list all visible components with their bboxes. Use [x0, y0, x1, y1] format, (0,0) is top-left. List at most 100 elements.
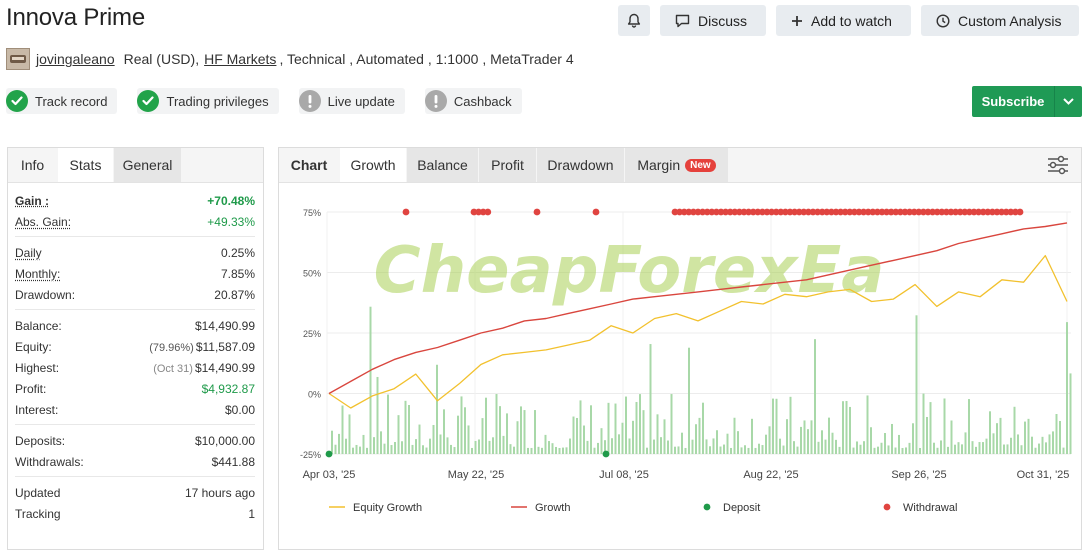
- withdrawal-marker: [592, 208, 600, 216]
- abs-gain-label[interactable]: Abs. Gain:: [15, 215, 71, 229]
- badge-track-record[interactable]: Track record: [6, 88, 118, 114]
- activity-bar: [628, 438, 631, 454]
- activity-bar: [803, 420, 806, 454]
- badge-cashback[interactable]: Cashback: [424, 88, 522, 114]
- activity-bar: [593, 447, 596, 454]
- activity-bar: [789, 396, 792, 454]
- subscribe-label[interactable]: Subscribe: [972, 86, 1054, 117]
- updated-label: Updated: [15, 485, 61, 500]
- chevron-down-icon[interactable]: [1054, 86, 1082, 117]
- custom-analysis-button[interactable]: Custom Analysis: [921, 5, 1079, 36]
- activity-bar: [509, 444, 512, 454]
- activity-bar: [793, 441, 795, 454]
- activity-bar: [891, 423, 893, 454]
- activity-bar: [943, 398, 946, 454]
- activity-bar: [460, 396, 463, 454]
- activity-bar: [1024, 421, 1026, 454]
- activity-bar: [989, 411, 991, 454]
- daily-label[interactable]: Daily: [15, 246, 42, 260]
- tab-chart: Chart: [279, 148, 340, 182]
- activity-bar: [1066, 322, 1068, 454]
- activity-bar: [408, 405, 410, 454]
- tab-balance[interactable]: Balance: [407, 148, 479, 182]
- activity-bar: [828, 417, 830, 454]
- tab-profit[interactable]: Profit: [479, 148, 537, 182]
- activity-bar: [506, 413, 508, 454]
- x-tick-label: Sep 26, '25: [891, 469, 946, 481]
- exclamation-icon: [298, 90, 321, 112]
- badge-live-update[interactable]: Live update: [298, 88, 405, 114]
- activity-bar: [1059, 420, 1061, 454]
- activity-bar: [716, 430, 718, 454]
- activity-bar: [366, 447, 368, 454]
- activity-bar: [383, 443, 386, 454]
- highest-note: (Oct 31): [153, 362, 193, 375]
- activity-bar: [1038, 443, 1040, 454]
- badge-trading-privileges[interactable]: Trading privileges: [137, 88, 279, 114]
- activity-bar: [768, 426, 771, 454]
- activity-bar: [565, 447, 568, 454]
- activity-bar: [929, 402, 932, 454]
- activity-bar: [418, 424, 421, 454]
- activity-bar: [705, 439, 708, 454]
- activity-bar: [940, 440, 942, 454]
- daily-value: 0.25%: [220, 245, 255, 260]
- activity-bar: [359, 446, 361, 454]
- activity-bar: [695, 424, 697, 454]
- activity-bar: [758, 443, 760, 454]
- tab-growth[interactable]: Growth: [340, 148, 407, 182]
- discuss-label: Discuss: [698, 12, 748, 29]
- profit-label: Profit:: [15, 381, 47, 396]
- activity-bar: [1006, 444, 1009, 454]
- activity-bar: [376, 376, 379, 454]
- page-title: Innova Prime: [6, 4, 145, 31]
- tab-drawdown[interactable]: Drawdown: [537, 148, 625, 182]
- activity-bar: [796, 446, 799, 454]
- activity-bar: [334, 444, 337, 454]
- activity-bar: [415, 439, 417, 454]
- activity-bar: [761, 445, 764, 454]
- badge-label: Cashback: [453, 93, 512, 109]
- activity-bar: [390, 445, 393, 454]
- add-to-watch-label: Add to watch: [811, 12, 892, 29]
- activity-bar: [961, 444, 963, 454]
- tab-stats[interactable]: Stats: [58, 148, 114, 182]
- activity-bar: [1052, 431, 1054, 454]
- activity-bar: [544, 434, 547, 454]
- activity-bar: [779, 438, 781, 454]
- activity-bar: [691, 439, 694, 454]
- drawdown-label: Drawdown:: [15, 287, 76, 302]
- chart-panel: Chart Growth Balance Profit Drawdown Mar…: [278, 147, 1082, 550]
- monthly-label[interactable]: Monthly:: [15, 267, 60, 281]
- activity-bar: [831, 432, 834, 454]
- activity-bar: [845, 400, 848, 454]
- x-tick-label: Oct 31, '25: [1017, 469, 1070, 481]
- tab-general[interactable]: General: [114, 148, 182, 182]
- activity-bar: [439, 434, 442, 454]
- tracking-label: Tracking: [15, 506, 61, 521]
- gain-label[interactable]: Gain :: [15, 194, 49, 208]
- activity-bar: [933, 442, 935, 454]
- discuss-button[interactable]: Discuss: [660, 5, 766, 36]
- activity-bar: [355, 444, 358, 454]
- tab-margin[interactable]: Margin New: [625, 148, 729, 182]
- activity-bar: [975, 446, 977, 454]
- withdrawal-marker: [533, 208, 541, 216]
- sliders-icon[interactable]: [1047, 155, 1069, 175]
- activity-bar: [884, 433, 886, 454]
- add-to-watch-button[interactable]: Add to watch: [776, 5, 911, 36]
- user-link[interactable]: jovingaleano: [36, 51, 115, 67]
- activity-bar: [537, 446, 540, 454]
- tab-info[interactable]: Info: [8, 148, 58, 182]
- subscribe-button[interactable]: Subscribe: [972, 86, 1082, 117]
- notifications-button[interactable]: [618, 5, 650, 36]
- activity-bar: [373, 437, 375, 454]
- activity-bar: [513, 446, 515, 454]
- activity-bar: [674, 446, 676, 454]
- growth-chart[interactable]: 75%50%25%0%-25%CheapForexEaApr 03, '25 Ma…: [279, 184, 1081, 549]
- activity-bar: [362, 434, 365, 454]
- activity-bar: [901, 447, 904, 454]
- avatar[interactable]: [6, 48, 30, 70]
- broker-link[interactable]: HF Markets: [204, 51, 276, 67]
- withdrawal-marker: [1016, 208, 1024, 216]
